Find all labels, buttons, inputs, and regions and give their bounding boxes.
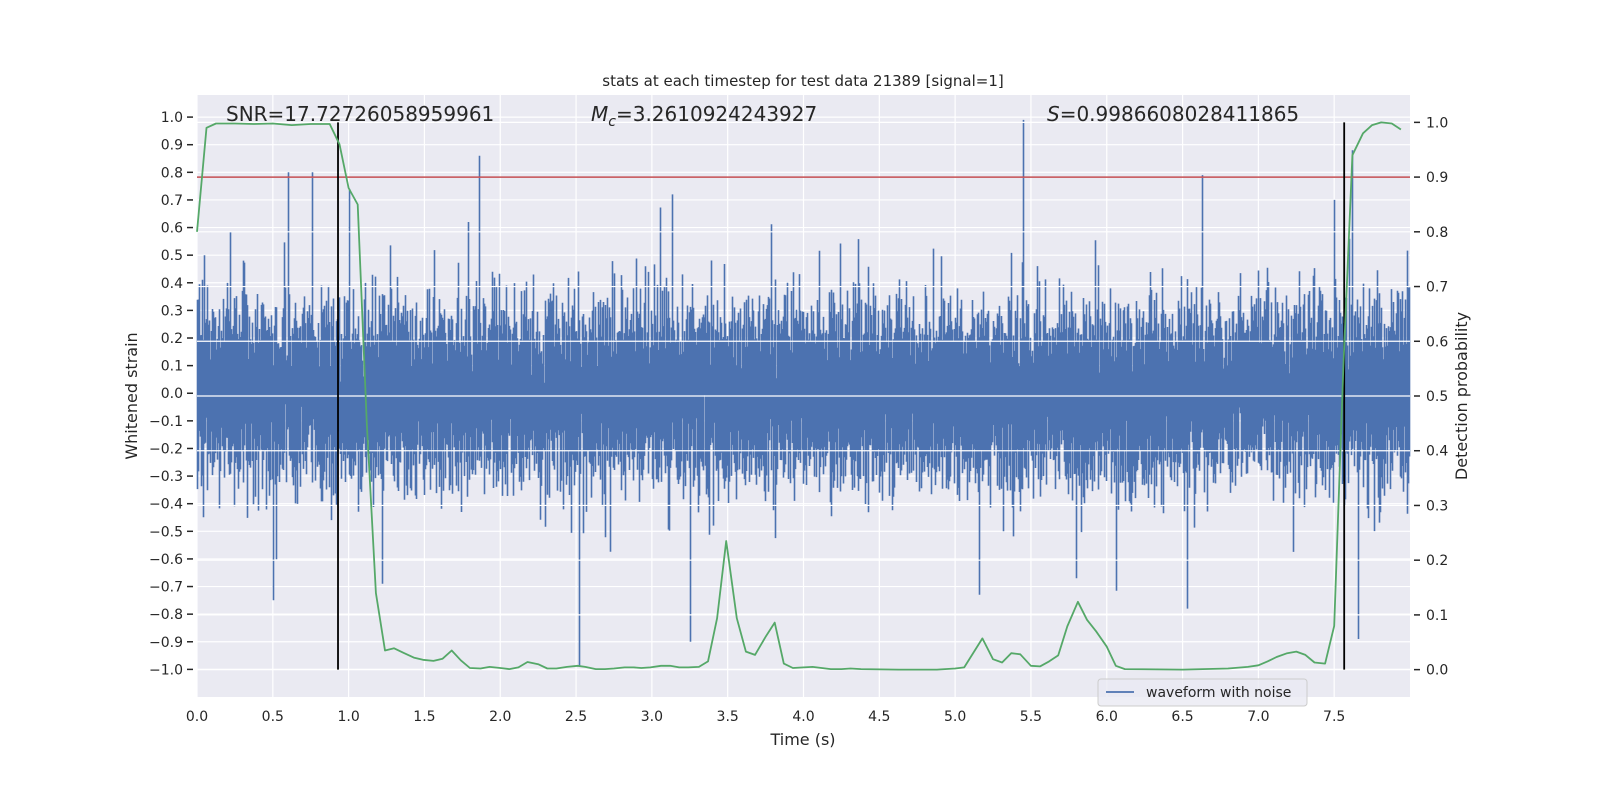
y-tick-label-left: 0.8 — [161, 165, 183, 181]
legend[interactable]: waveform with noise — [1097, 678, 1308, 707]
y-tick-label-left: −0.4 — [149, 497, 183, 513]
y-tick-label-left: 0.7 — [161, 193, 183, 209]
score-symbol: S — [1047, 102, 1060, 126]
y-tick-label-right: 0.4 — [1426, 444, 1448, 460]
y-tick-label-right: 0.6 — [1426, 334, 1448, 350]
y-tick-label-right: 0.9 — [1426, 170, 1448, 186]
y-tick-label-left: 0.1 — [161, 359, 183, 375]
y-axis-label-right: Detection probability — [1452, 312, 1471, 480]
x-axis-label: Time (s) — [769, 730, 835, 749]
score-annotation: S=0.9986608028411865 — [1047, 102, 1299, 126]
y-tick-label-left: 0.5 — [161, 248, 183, 264]
x-tick-label: 2.5 — [565, 709, 587, 725]
y-tick-label-left: 0.9 — [161, 138, 183, 154]
y-tick-label-left: 0.6 — [161, 221, 183, 237]
x-tick-label: 7.0 — [1247, 709, 1269, 725]
x-tick-label: 3.0 — [641, 709, 663, 725]
y-tick-label-left: 0.2 — [161, 331, 183, 347]
x-tick-label: 4.5 — [868, 709, 890, 725]
y-tick-label-right: 0.5 — [1426, 389, 1448, 405]
y-tick-label-left: −0.5 — [149, 524, 183, 540]
y-tick-label-left: −0.9 — [149, 635, 183, 651]
y-axis-label-left: Whitened strain — [122, 332, 141, 459]
chirp-mass-value: =3.2610924243927 — [616, 102, 817, 126]
x-tick-label: 3.5 — [717, 709, 739, 725]
x-tick-label: 1.5 — [413, 709, 435, 725]
snr-annotation: SNR=17.72726058959961 — [226, 102, 494, 126]
y-tick-label-right: 0.1 — [1426, 608, 1448, 624]
x-tick-label: 6.5 — [1171, 709, 1193, 725]
y-tick-label-left: 0.3 — [161, 303, 183, 319]
x-tick-label: 5.0 — [944, 709, 966, 725]
y-tick-label-right: 0.3 — [1426, 498, 1448, 514]
x-tick-label: 0.0 — [186, 709, 208, 725]
y-tick-label-right: 0.8 — [1426, 225, 1448, 241]
y-tick-label-left: −1.0 — [149, 662, 183, 678]
y-tick-label-right: 0.7 — [1426, 280, 1448, 296]
legend-label: waveform with noise — [1146, 685, 1291, 701]
y-tick-label-left: 1.0 — [161, 110, 183, 126]
y-tick-label-left: −0.8 — [149, 607, 183, 623]
y-tick-label-left: −0.1 — [149, 414, 183, 430]
y-tick-label-left: −0.2 — [149, 441, 183, 457]
x-tick-label: 2.0 — [489, 709, 511, 725]
y-tick-label-left: 0.0 — [161, 386, 183, 402]
chirp-mass-symbol: M — [591, 102, 608, 126]
chirp-mass-annotation: Mc=3.2610924243927 — [591, 102, 817, 130]
x-tick-label: 7.5 — [1323, 709, 1345, 725]
x-tick-label: 1.0 — [337, 709, 359, 725]
y-tick-label-right: 1.0 — [1426, 115, 1448, 131]
x-tick-label: 6.0 — [1096, 709, 1118, 725]
y-tick-label-right: 0.2 — [1426, 553, 1448, 569]
y-tick-label-right: 0.0 — [1426, 663, 1448, 679]
y-tick-label-left: −0.6 — [149, 552, 183, 568]
x-tick-label: 4.0 — [792, 709, 814, 725]
chart: 0.0 0.5 1.0 1.5 2.0 2.5 3.0 3.5 4.0 4.5 5.0 5.5 6.0 6… — [122, 72, 1471, 749]
y-tick-label-left: 0.4 — [161, 276, 183, 292]
chart-title: stats at each timestep for test data 213… — [602, 72, 1003, 90]
x-tick-label: 5.5 — [1020, 709, 1042, 725]
x-tick-label: 0.5 — [262, 709, 284, 725]
score-value: =0.9986608028411865 — [1060, 102, 1299, 126]
y-tick-label-left: −0.7 — [149, 580, 183, 596]
y-tick-label-left: −0.3 — [149, 469, 183, 485]
